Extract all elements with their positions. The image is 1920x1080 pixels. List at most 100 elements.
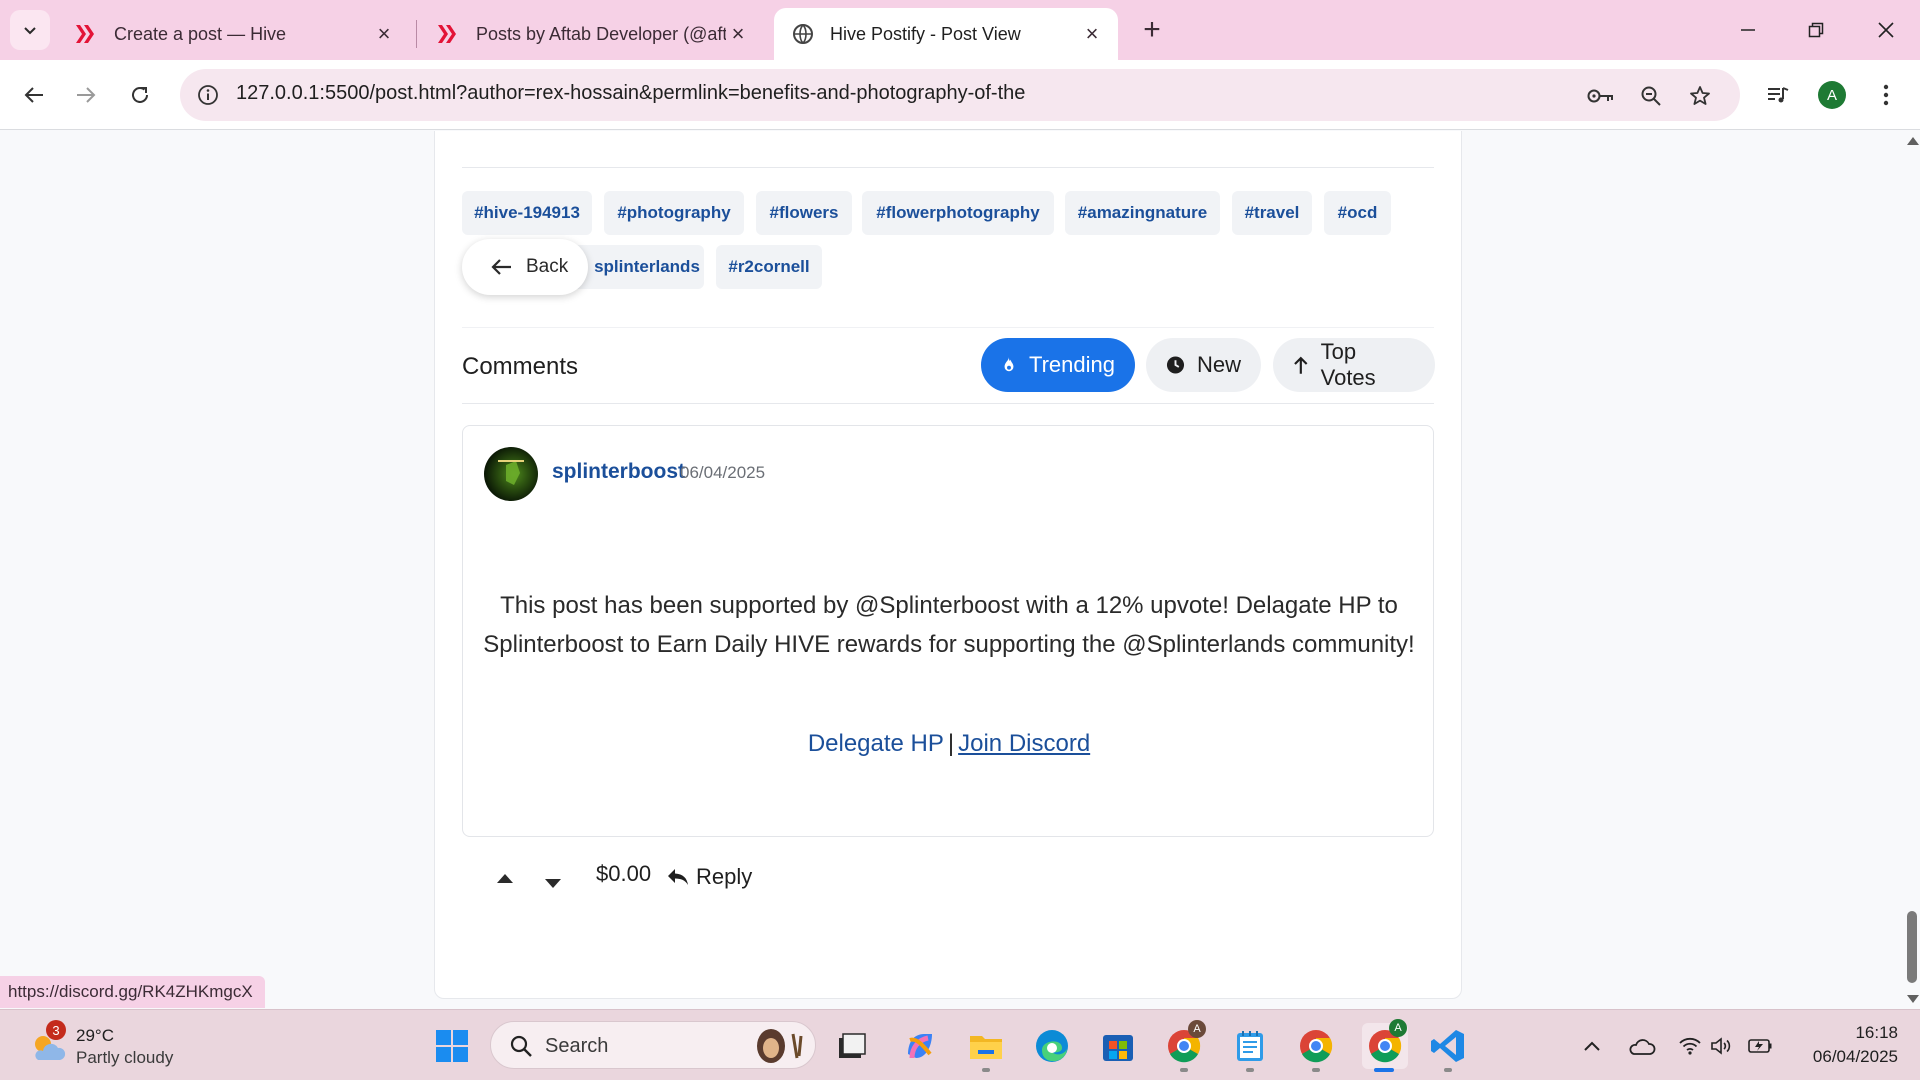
browser-menu-button[interactable] bbox=[1868, 77, 1904, 113]
edge-icon bbox=[1036, 1030, 1068, 1062]
upvote-button[interactable] bbox=[490, 866, 520, 890]
show-hidden-icons-button[interactable] bbox=[1578, 1032, 1606, 1060]
fire-icon bbox=[1004, 357, 1014, 372]
back-button[interactable]: Back bbox=[462, 239, 588, 295]
comments-divider bbox=[462, 403, 1434, 404]
tag-hive-194913[interactable]: #hive-194913 bbox=[462, 191, 592, 235]
microsoft-store-button[interactable] bbox=[1098, 1026, 1138, 1066]
profile-button[interactable]: A bbox=[1814, 77, 1850, 113]
hive-logo-icon bbox=[76, 25, 94, 43]
tag-r2cornell[interactable]: #r2cornell bbox=[716, 245, 822, 289]
caret-up-icon bbox=[497, 874, 513, 883]
tag-flowers[interactable]: #flowers bbox=[756, 191, 852, 235]
page-scrollbar[interactable] bbox=[1904, 131, 1920, 1009]
volume-button[interactable] bbox=[1708, 1032, 1736, 1060]
active-indicator bbox=[1374, 1068, 1394, 1072]
scroll-thumb[interactable] bbox=[1907, 911, 1917, 983]
new-tab-button[interactable]: + bbox=[1134, 12, 1170, 48]
tab-hive-postify[interactable]: Hive Postify - Post View × bbox=[774, 8, 1118, 60]
wifi-button[interactable] bbox=[1676, 1032, 1704, 1060]
sort-new-button[interactable]: New bbox=[1146, 338, 1261, 392]
reply-button[interactable]: Reply bbox=[666, 864, 752, 890]
notepad-button[interactable] bbox=[1230, 1026, 1270, 1066]
tag-ocd[interactable]: #ocd bbox=[1324, 191, 1391, 235]
task-view-button[interactable] bbox=[832, 1026, 872, 1066]
notepad-icon bbox=[1237, 1031, 1263, 1061]
copilot-button[interactable] bbox=[900, 1026, 940, 1066]
search-highlight-icon bbox=[757, 1029, 803, 1063]
windows-logo-icon bbox=[436, 1030, 468, 1062]
minimize-icon bbox=[1741, 29, 1755, 31]
tab-separator bbox=[416, 20, 417, 48]
copilot-icon bbox=[908, 1034, 932, 1059]
chevron-down-icon bbox=[24, 27, 36, 35]
chrome-profile-a-button[interactable]: A bbox=[1164, 1020, 1206, 1066]
comment-date: 06/04/2025 bbox=[680, 463, 766, 482]
scroll-up-arrow[interactable] bbox=[1907, 137, 1919, 145]
password-key-icon[interactable] bbox=[1586, 81, 1616, 111]
clock-date: 06/04/2025 bbox=[1812, 1047, 1898, 1066]
comment-body: This post has been supported by @Splinte… bbox=[483, 592, 1415, 658]
sort-trending-label: Trending bbox=[1028, 352, 1115, 377]
tag-travel[interactable]: #travel bbox=[1232, 191, 1312, 235]
page-viewport: #hive-194913 #photography #flowers #flow… bbox=[0, 131, 1904, 1009]
back-nav-button[interactable] bbox=[14, 75, 54, 115]
weather-widget[interactable]: 3 29°C Partly cloudy bbox=[28, 1020, 228, 1070]
store-icon bbox=[1103, 1035, 1133, 1061]
sort-top-votes-label: Top Votes bbox=[1320, 339, 1376, 390]
reply-label: Reply bbox=[696, 864, 753, 889]
comment-author-link[interactable]: splinterboost bbox=[552, 460, 685, 484]
sort-top-votes-button[interactable]: Top Votes bbox=[1273, 338, 1435, 392]
close-icon[interactable]: × bbox=[372, 21, 396, 46]
running-indicator bbox=[1312, 1068, 1320, 1072]
restore-button[interactable] bbox=[1788, 8, 1844, 52]
tag-amazingnature[interactable]: #amazingnature bbox=[1065, 191, 1220, 235]
close-icon[interactable]: × bbox=[726, 21, 750, 46]
post-divider bbox=[462, 167, 1434, 168]
minimize-button[interactable] bbox=[1720, 8, 1776, 52]
comments-top-divider bbox=[462, 327, 1434, 328]
media-control-button[interactable] bbox=[1760, 77, 1796, 113]
url-text[interactable]: 127.0.0.1:5500/post.html?author=rex-hoss… bbox=[236, 82, 1025, 105]
vscode-button[interactable] bbox=[1428, 1026, 1468, 1066]
wifi-icon bbox=[1679, 1037, 1701, 1055]
tag-flowerphotography[interactable]: #flowerphotography bbox=[862, 191, 1054, 235]
tab-posts-by-aftab[interactable]: Posts by Aftab Developer (@aft × bbox=[420, 8, 764, 60]
battery-button[interactable] bbox=[1746, 1032, 1774, 1060]
taskbar-search[interactable]: Search bbox=[490, 1021, 816, 1069]
clock-time: 16:18 bbox=[1855, 1023, 1898, 1042]
start-button[interactable] bbox=[432, 1026, 472, 1066]
reload-button[interactable] bbox=[120, 75, 160, 115]
reload-icon bbox=[132, 86, 148, 103]
tag-photography[interactable]: #photography bbox=[604, 191, 744, 235]
close-icon[interactable]: × bbox=[1080, 21, 1104, 46]
sort-trending-button[interactable]: Trending bbox=[981, 338, 1135, 392]
downvote-button[interactable] bbox=[538, 872, 568, 896]
onedrive-button[interactable] bbox=[1628, 1032, 1656, 1060]
delegate-hp-link[interactable]: Delegate HP bbox=[808, 730, 944, 757]
running-indicator bbox=[1180, 1068, 1188, 1072]
bookmark-star-icon[interactable] bbox=[1685, 81, 1715, 111]
restore-icon bbox=[1808, 22, 1824, 38]
tab-search-button[interactable] bbox=[10, 10, 50, 50]
forward-nav-button[interactable] bbox=[66, 75, 106, 115]
scroll-down-arrow[interactable] bbox=[1907, 995, 1919, 1003]
chrome-active-button[interactable]: A bbox=[1362, 1019, 1408, 1069]
site-info-icon[interactable] bbox=[194, 81, 222, 109]
system-clock[interactable]: 16:18 06/04/2025 bbox=[1788, 1021, 1898, 1069]
tab-label: Posts by Aftab Developer (@aft bbox=[476, 23, 726, 44]
battery-charging-icon bbox=[1748, 1039, 1772, 1053]
join-discord-link[interactable]: Join Discord bbox=[958, 730, 1090, 757]
close-window-button[interactable] bbox=[1858, 8, 1914, 52]
splinterboost-avatar-icon bbox=[498, 460, 524, 485]
edge-button[interactable] bbox=[1032, 1026, 1072, 1066]
address-bar[interactable]: 127.0.0.1:5500/post.html?author=rex-hoss… bbox=[180, 69, 1740, 121]
chrome-button[interactable] bbox=[1296, 1026, 1336, 1066]
chrome-icon bbox=[1300, 1030, 1333, 1063]
file-explorer-button[interactable] bbox=[966, 1026, 1006, 1066]
zoom-icon[interactable] bbox=[1636, 81, 1666, 111]
avatar[interactable] bbox=[484, 447, 538, 501]
tab-strip: Create a post — Hive × Posts by Aftab De… bbox=[0, 0, 1920, 60]
chrome-profile-badge: A bbox=[1389, 1019, 1407, 1037]
tab-create-post[interactable]: Create a post — Hive × bbox=[58, 8, 410, 60]
